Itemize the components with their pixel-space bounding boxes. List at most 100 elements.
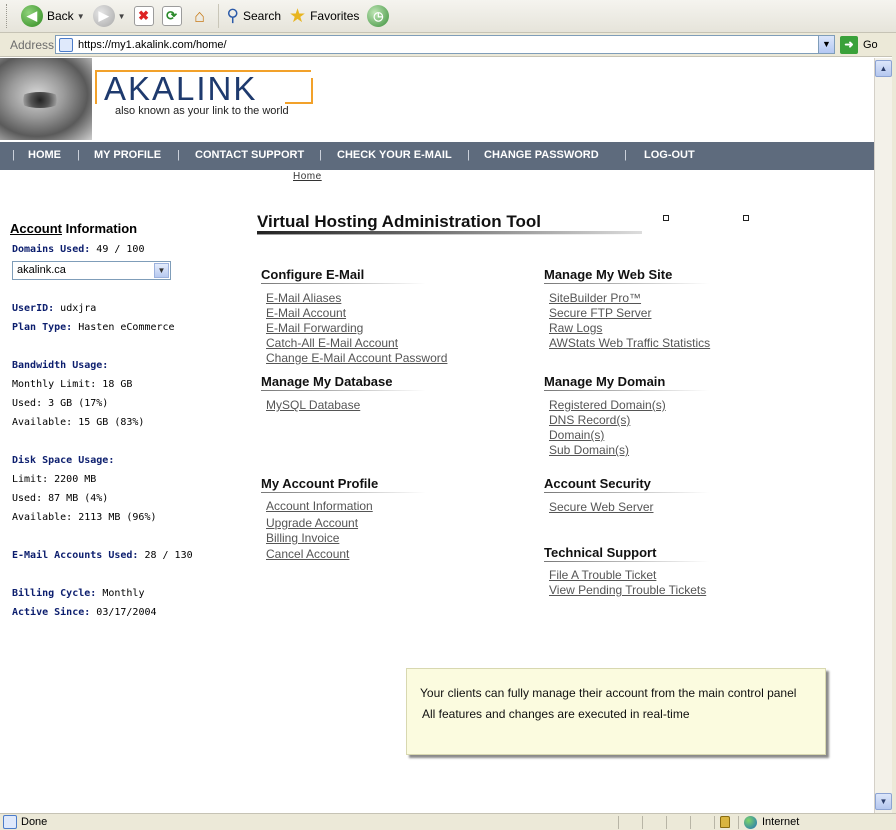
link-upgrade-account[interactable]: Upgrade Account: [266, 516, 358, 530]
lock-icon[interactable]: [720, 816, 730, 828]
toolbar-separator: [217, 4, 219, 28]
bandwidth-limit: Monthly Limit: 18 GB: [12, 379, 133, 390]
link-domains[interactable]: Domain(s): [549, 428, 604, 442]
home-button[interactable]: ⌂: [186, 3, 214, 29]
link-change-email-password[interactable]: Change E-Mail Account Password: [266, 351, 447, 365]
vertical-scrollbar[interactable]: ▲ ▼: [874, 58, 892, 813]
home-icon: ⌂: [194, 5, 205, 26]
note-line-2: All features and changes are executed in…: [422, 707, 690, 721]
plan-type-row: Plan Type: Hasten eCommerce: [12, 322, 175, 333]
link-dns-records[interactable]: DNS Record(s): [549, 413, 630, 427]
link-account-information[interactable]: Account Information: [266, 499, 373, 513]
link-billing-invoice[interactable]: Billing Invoice: [266, 531, 339, 545]
title-rule-shadow: [257, 234, 642, 235]
search-label: Search: [242, 9, 282, 23]
forward-arrow-icon: ▶: [92, 5, 115, 27]
nav-divider: |: [319, 149, 322, 161]
security-zone: Internet: [762, 816, 800, 828]
status-divider: [618, 816, 619, 829]
link-secure-ftp[interactable]: Secure FTP Server: [549, 306, 651, 320]
link-view-pending-tickets[interactable]: View Pending Trouble Tickets: [549, 583, 706, 597]
scroll-up-arrow-icon[interactable]: ▲: [875, 60, 892, 77]
link-raw-logs[interactable]: Raw Logs: [549, 321, 602, 335]
section-rule: [544, 492, 709, 493]
link-email-aliases[interactable]: E-Mail Aliases: [266, 291, 341, 305]
plan-type-label: Plan Type:: [12, 322, 73, 333]
link-email-account[interactable]: E-Mail Account: [266, 306, 346, 320]
active-since-label: Active Since:: [12, 607, 91, 618]
page-icon: [3, 815, 17, 829]
disk-available: Available: 2113 MB (96%): [12, 512, 157, 523]
back-label: Back: [47, 9, 74, 23]
address-bar: Address https://my1.akalink.com/home/ ▼ …: [0, 33, 896, 57]
nav-check-email[interactable]: CHECK YOUR E-MAIL: [337, 149, 452, 161]
section-rule: [261, 492, 426, 493]
status-bar: Done Internet: [0, 813, 896, 830]
window-edge: [892, 33, 896, 830]
disk-space-label: Disk Space Usage:: [12, 455, 115, 466]
refresh-button[interactable]: ⟳: [158, 3, 186, 29]
billing-cycle-row: Billing Cycle: Monthly: [12, 588, 144, 599]
search-button[interactable]: ⚲ Search: [223, 3, 285, 29]
bandwidth-used: Used: 3 GB (17%): [12, 398, 109, 409]
nav-my-profile[interactable]: MY PROFILE: [94, 149, 161, 161]
chevron-down-icon[interactable]: ▼: [77, 12, 85, 21]
link-cancel-account[interactable]: Cancel Account: [266, 547, 349, 561]
page-icon: [59, 37, 73, 52]
breadcrumb-home[interactable]: Home: [293, 171, 322, 182]
forward-button[interactable]: ▶ ▼: [89, 3, 130, 29]
resize-handle[interactable]: [663, 215, 669, 221]
nav-contact-support[interactable]: CONTACT SUPPORT: [195, 149, 304, 161]
site-header: AKALINK also known as your link to the w…: [0, 58, 874, 142]
resize-handle[interactable]: [743, 215, 749, 221]
active-since-row: Active Since: 03/17/2004: [12, 607, 157, 618]
domains-used-row: Domains Used: 49 / 100: [12, 244, 144, 255]
go-button[interactable]: ➜ Go: [840, 36, 878, 54]
link-mysql[interactable]: MySQL Database: [266, 398, 360, 412]
section-rule: [544, 283, 709, 284]
link-catch-all[interactable]: Catch-All E-Mail Account: [266, 336, 398, 350]
logo-frame-bottom: [285, 102, 313, 104]
nav-divider: |: [624, 149, 627, 161]
link-awstats[interactable]: AWStats Web Traffic Statistics: [549, 336, 710, 350]
domain-select[interactable]: akalink.ca ▼: [12, 261, 171, 280]
userid-row: UserID: udxjra: [12, 303, 96, 314]
back-arrow-icon: ◀: [21, 5, 43, 27]
address-input[interactable]: https://my1.akalink.com/home/ ▼: [55, 35, 835, 54]
history-button[interactable]: ◷: [363, 3, 393, 29]
logo[interactable]: AKALINK: [104, 70, 257, 108]
chevron-down-icon[interactable]: ▼: [154, 263, 169, 278]
nav-change-password[interactable]: CHANGE PASSWORD: [484, 149, 599, 161]
note-line-1: Your clients can fully manage their acco…: [420, 686, 797, 700]
tagline: also known as your link to the world: [115, 105, 289, 117]
stop-button[interactable]: ✖: [130, 3, 158, 29]
link-secure-web-server[interactable]: Secure Web Server: [549, 500, 654, 514]
favorites-button[interactable]: ★ Favorites: [285, 3, 363, 29]
link-registered-domains[interactable]: Registered Domain(s): [549, 398, 666, 412]
address-url: https://my1.akalink.com/home/: [78, 38, 227, 51]
domain-selected-value: akalink.ca: [17, 264, 66, 276]
nav-log-out[interactable]: LOG-OUT: [644, 149, 695, 161]
chevron-down-icon[interactable]: ▼: [118, 12, 126, 21]
page-content: AKALINK also known as your link to the w…: [0, 58, 874, 813]
disk-used: Used: 87 MB (4%): [12, 493, 109, 504]
section-title-web-site: Manage My Web Site: [544, 267, 673, 282]
address-label: Address: [10, 37, 55, 52]
scroll-down-arrow-icon[interactable]: ▼: [875, 793, 892, 810]
nav-home[interactable]: HOME: [28, 149, 61, 161]
plan-type-value: Hasten eCommerce: [72, 322, 175, 333]
info-note: Your clients can fully manage their acco…: [406, 668, 826, 755]
globe-icon: [744, 816, 757, 829]
domains-used-label: Domains Used:: [12, 244, 91, 255]
chevron-down-icon[interactable]: ▼: [818, 36, 834, 53]
link-sub-domains[interactable]: Sub Domain(s): [549, 443, 629, 457]
link-file-trouble-ticket[interactable]: File A Trouble Ticket: [549, 568, 656, 582]
back-button[interactable]: ◀ Back ▼: [17, 3, 89, 29]
section-rule: [261, 390, 426, 391]
link-email-forwarding[interactable]: E-Mail Forwarding: [266, 321, 363, 335]
userid-label: UserID:: [12, 303, 55, 314]
link-sitebuilder[interactable]: SiteBuilder Pro™: [549, 291, 641, 305]
eye-graphic: [18, 92, 62, 108]
domains-used-value: 49 / 100: [90, 244, 145, 255]
nav-divider: |: [467, 149, 470, 161]
